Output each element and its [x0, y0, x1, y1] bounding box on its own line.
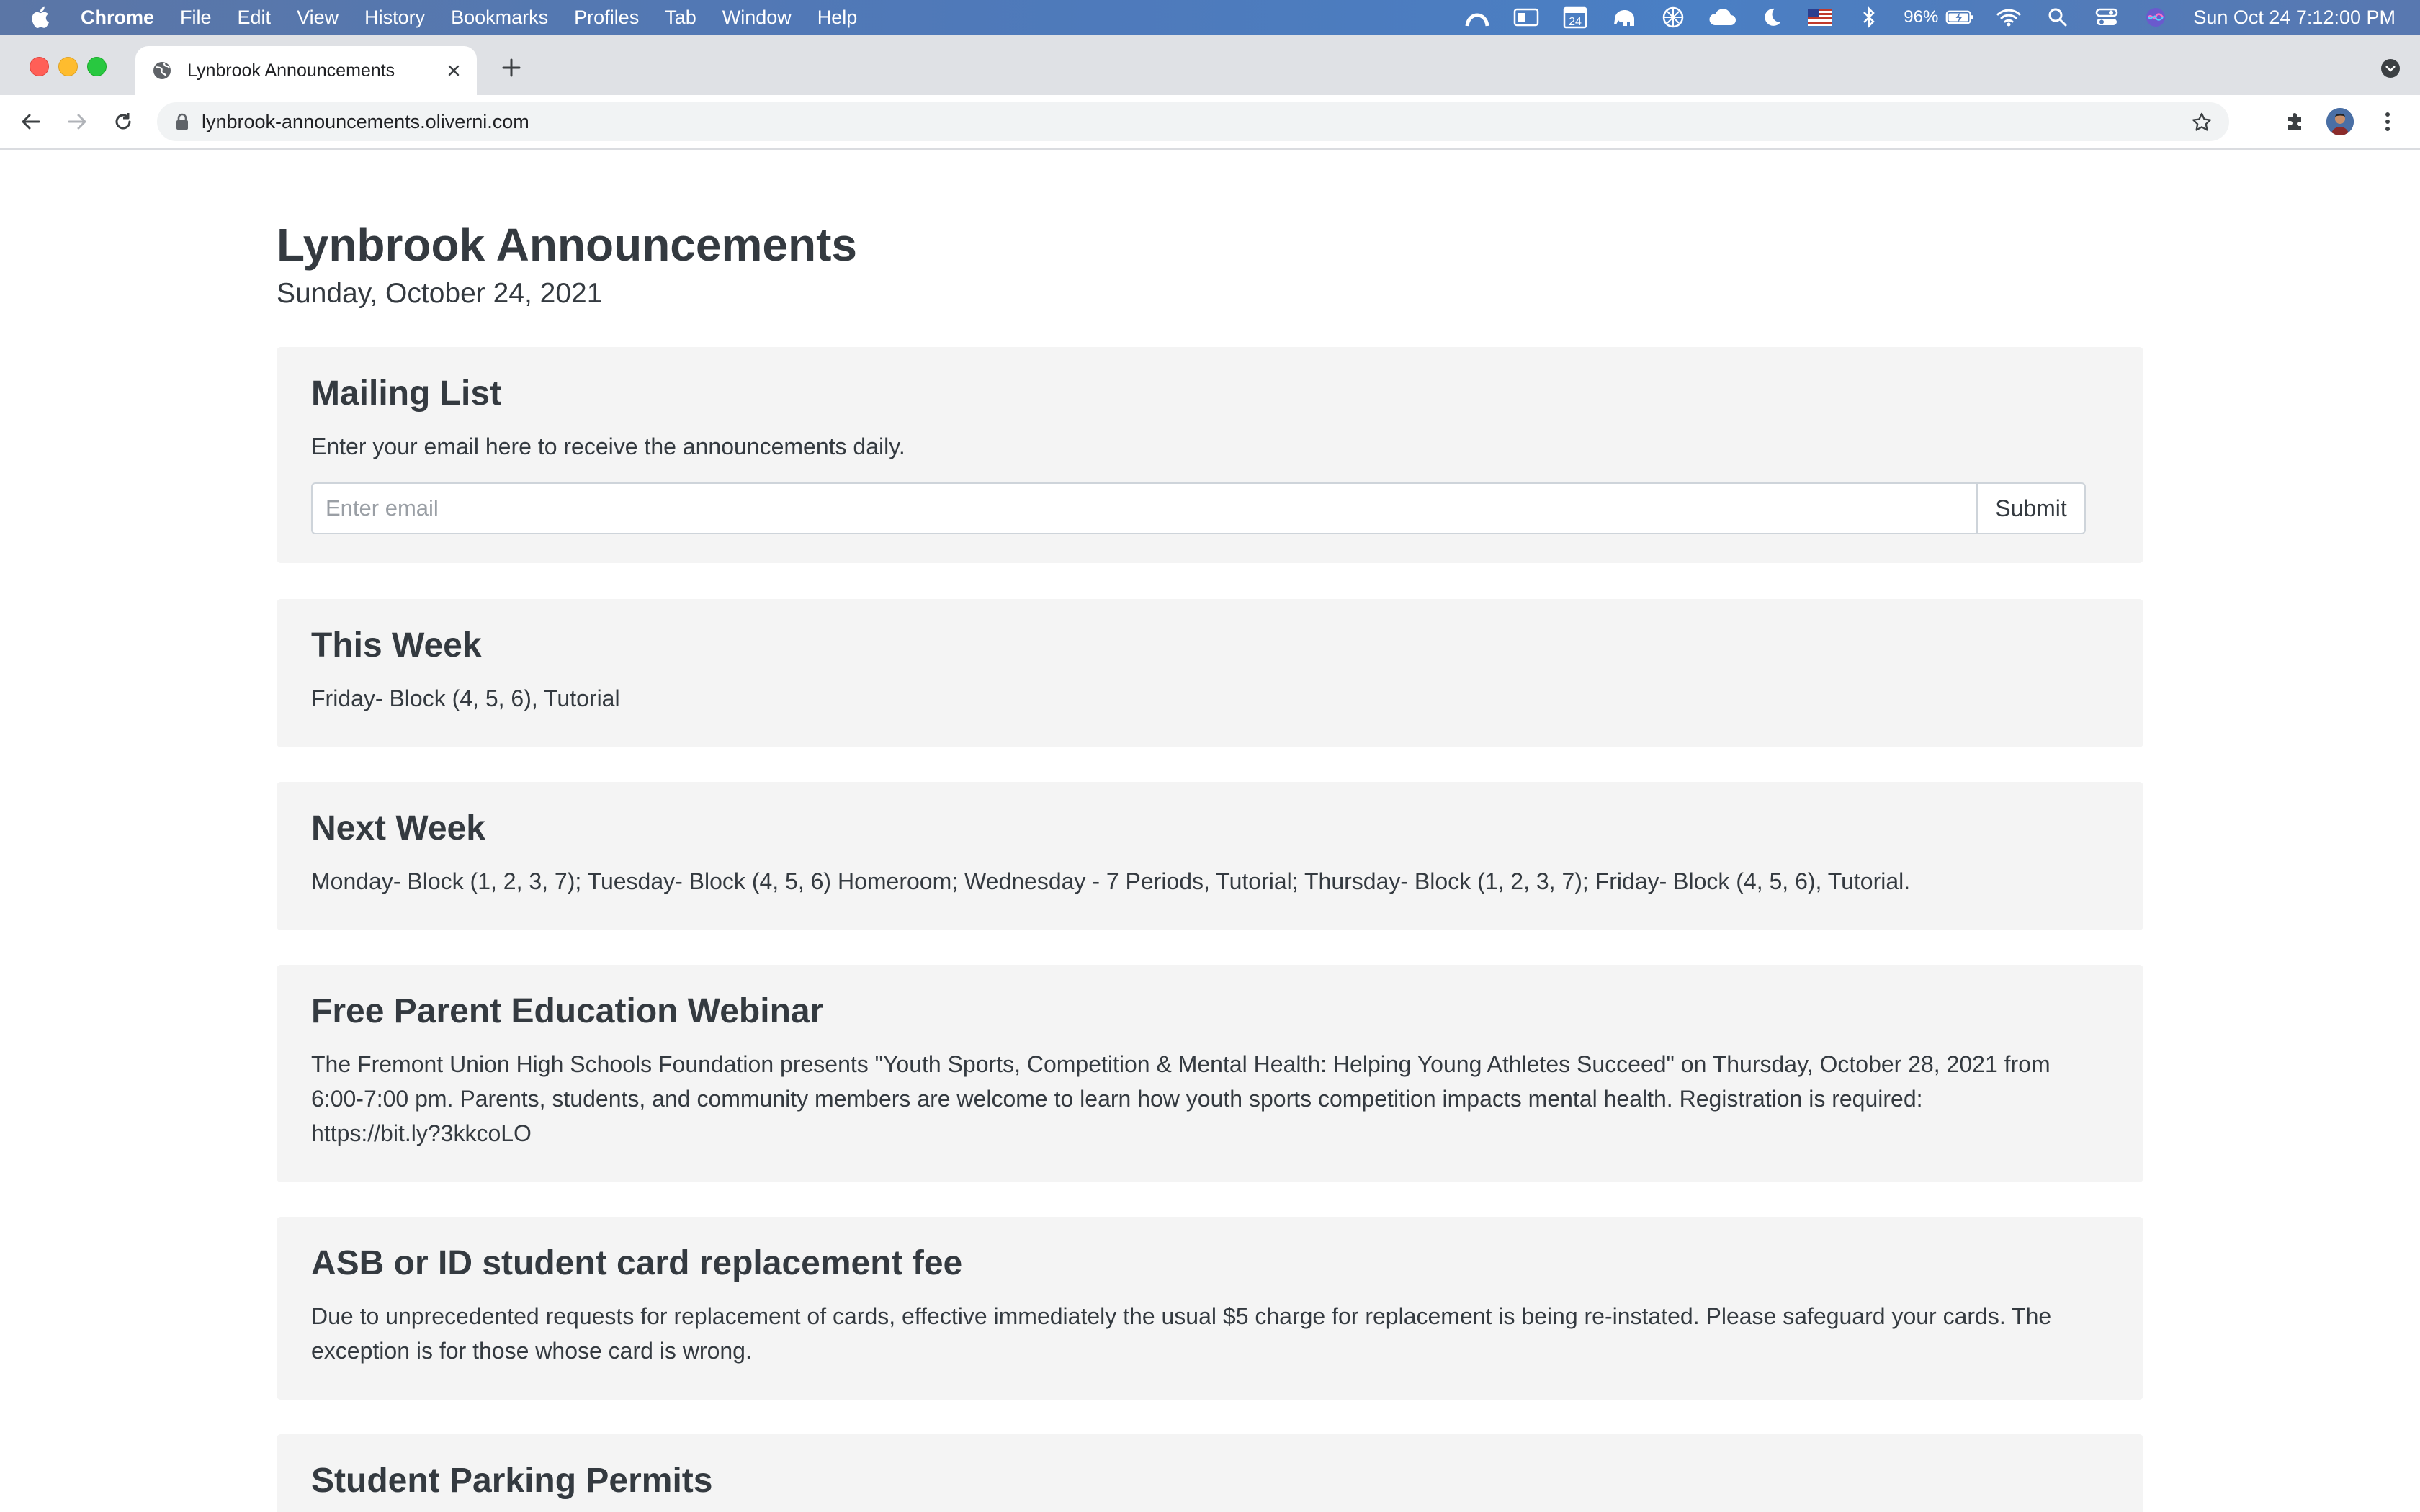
announcement-body: Due to unprecedented requests for replac… — [311, 1303, 2052, 1364]
window-zoom-button[interactable] — [87, 57, 107, 76]
macos-menu-bar: Chrome File Edit View History Bookmarks … — [0, 0, 2420, 35]
extensions-puzzle-icon[interactable] — [2282, 108, 2309, 135]
mailing-list-card: Mailing List Enter your email here to re… — [277, 347, 2143, 563]
elephant-app-icon[interactable] — [1610, 5, 1639, 30]
announcement-body: Friday- Block (4, 5, 6), Tutorial — [311, 685, 620, 711]
address-bar[interactable]: lynbrook-announcements.oliverni.com — [157, 102, 2229, 141]
profile-avatar[interactable] — [2326, 108, 2354, 135]
apple-logo-icon[interactable] — [29, 5, 50, 30]
announcement-body: Monday- Block (1, 2, 3, 7); Tuesday- Blo… — [311, 868, 1911, 894]
reload-icon[interactable] — [111, 109, 135, 134]
menu-window[interactable]: Window — [722, 6, 792, 29]
control-center-icon[interactable] — [2092, 5, 2121, 30]
announcement-heading: Next Week — [311, 809, 485, 847]
url-text[interactable]: lynbrook-announcements.oliverni.com — [202, 111, 529, 133]
spotlight-search-icon[interactable] — [2043, 5, 2072, 30]
announcement-heading: Free Parent Education Webinar — [311, 992, 824, 1030]
tab-search-chevron-icon[interactable] — [2380, 58, 2401, 79]
mailing-list-heading: Mailing List — [311, 374, 501, 413]
menu-app-name[interactable]: Chrome — [81, 6, 154, 29]
cloud-icon[interactable] — [1708, 5, 1736, 30]
menubar-status-area: 24 96% Sun Oct 24 7:12:00 PM — [1443, 0, 2420, 35]
menu-view[interactable]: View — [297, 6, 339, 29]
bluetooth-icon[interactable] — [1855, 5, 1883, 30]
globe-grid-icon[interactable] — [1659, 5, 1688, 30]
submit-button[interactable]: Submit — [1976, 482, 2086, 534]
page-title: Lynbrook Announcements — [277, 219, 857, 271]
announcement-card-webinar: Free Parent Education Webinar The Fremon… — [277, 965, 2143, 1182]
announcement-card-parking: Student Parking Permits — [277, 1434, 2143, 1512]
wifi-icon[interactable] — [1994, 5, 2023, 30]
menu-file[interactable]: File — [180, 6, 212, 29]
siri-icon[interactable] — [2141, 5, 2170, 30]
menu-tab[interactable]: Tab — [665, 6, 696, 29]
announcement-card-asb-fee: ASB or ID student card replacement fee D… — [277, 1217, 2143, 1400]
browser-tab-strip: Lynbrook Announcements — [0, 35, 2420, 95]
tab-title: Lynbrook Announcements — [187, 60, 395, 81]
email-input[interactable] — [311, 482, 1976, 534]
active-tab[interactable]: Lynbrook Announcements — [135, 46, 477, 95]
battery-charging-icon[interactable] — [1945, 5, 1974, 30]
us-flag-icon[interactable] — [1806, 5, 1834, 30]
page-viewport: Lynbrook Announcements Sunday, October 2… — [0, 150, 2420, 1512]
mailing-list-description: Enter your email here to receive the ann… — [311, 433, 905, 459]
sidebar-window-icon[interactable] — [1512, 5, 1541, 30]
announcement-card-next-week: Next Week Monday- Block (1, 2, 3, 7); Tu… — [277, 782, 2143, 930]
browser-toolbar: lynbrook-announcements.oliverni.com — [0, 95, 2420, 150]
chrome-menu-kebab-icon[interactable] — [2374, 108, 2401, 135]
announcement-heading: ASB or ID student card replacement fee — [311, 1244, 963, 1282]
announcement-body: The Fremont Union High Schools Foundatio… — [311, 1051, 2051, 1146]
arc-app-icon[interactable] — [1463, 5, 1492, 30]
announcement-heading: Student Parking Permits — [311, 1462, 713, 1500]
email-input-group: Submit — [311, 482, 2086, 534]
menu-history[interactable]: History — [364, 6, 425, 29]
close-tab-icon[interactable] — [444, 60, 464, 81]
lock-icon[interactable] — [174, 112, 190, 131]
page-date: Sunday, October 24, 2021 — [277, 278, 603, 309]
forward-arrow-icon[interactable] — [65, 109, 89, 134]
svg-text:24: 24 — [1569, 16, 1582, 28]
window-close-button[interactable] — [30, 57, 49, 76]
moon-icon[interactable] — [1757, 5, 1785, 30]
announcement-card-this-week: This Week Friday- Block (4, 5, 6), Tutor… — [277, 599, 2143, 747]
menu-profiles[interactable]: Profiles — [574, 6, 639, 29]
back-arrow-icon[interactable] — [19, 109, 43, 134]
new-tab-plus-icon[interactable] — [498, 55, 524, 81]
announcement-heading: This Week — [311, 626, 482, 665]
globe-icon — [151, 60, 173, 81]
menu-edit[interactable]: Edit — [238, 6, 272, 29]
battery-percentage: 96% — [1904, 7, 1939, 27]
menu-help[interactable]: Help — [817, 6, 858, 29]
menu-bookmarks[interactable]: Bookmarks — [451, 6, 548, 29]
menubar-clock[interactable]: Sun Oct 24 7:12:00 PM — [2193, 6, 2396, 29]
calendar-icon[interactable]: 24 — [1561, 5, 1590, 30]
bookmark-star-icon[interactable] — [2190, 111, 2213, 134]
window-minimize-button[interactable] — [58, 57, 78, 76]
